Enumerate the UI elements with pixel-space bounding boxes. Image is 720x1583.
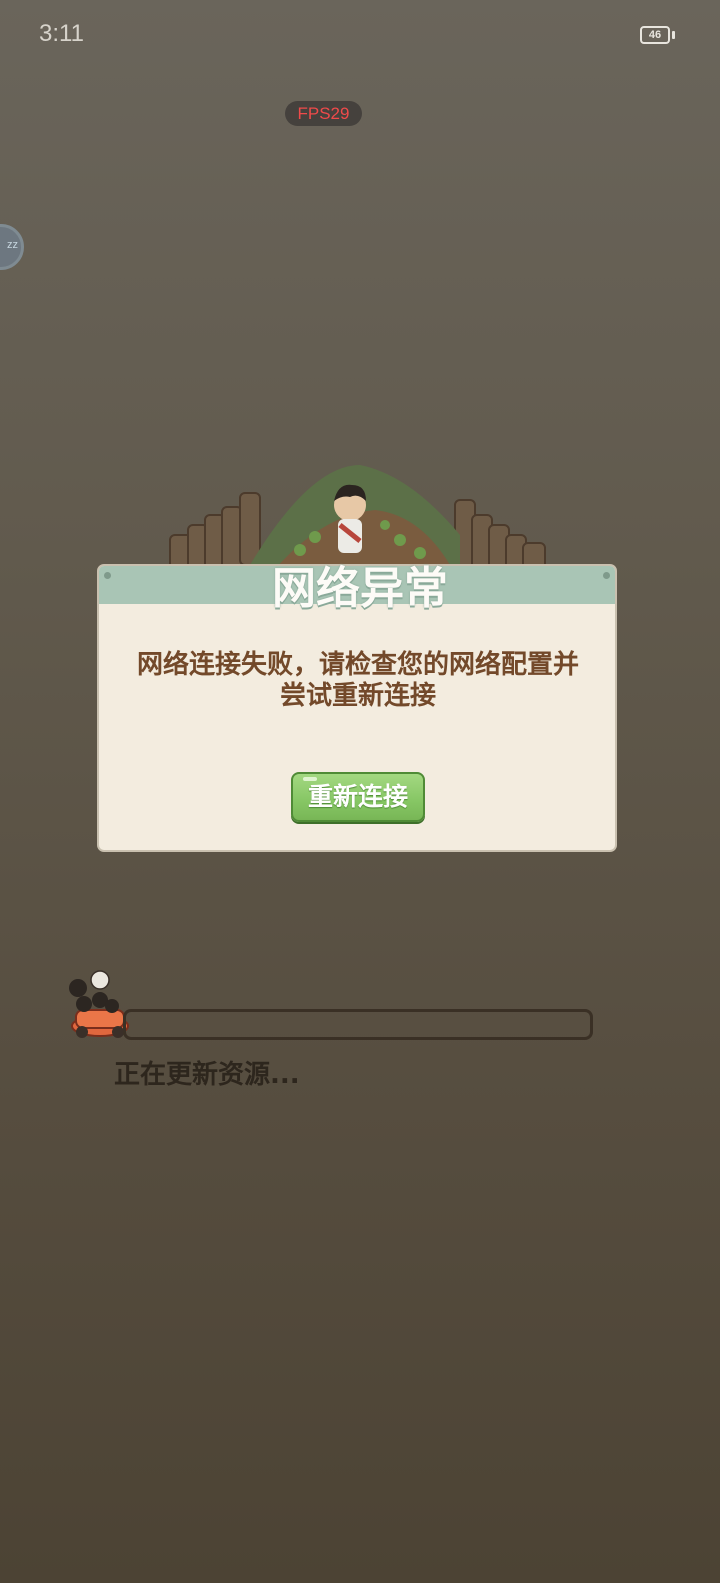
- status-time: 3:11: [39, 20, 84, 47]
- button-shine: [303, 777, 317, 781]
- battery-icon: 46: [640, 26, 670, 44]
- floating-assistant-button[interactable]: zz: [0, 224, 24, 270]
- battery-cap: [672, 31, 675, 39]
- dialog-title: 网络异常: [272, 563, 448, 614]
- reconnect-button-label: 重新连接: [307, 782, 408, 811]
- status-bar: 3:11 46: [0, 0, 720, 72]
- reconnect-button[interactable]: 重新连接: [291, 772, 425, 822]
- fps-counter: FPS29: [285, 101, 362, 126]
- loading-status-text: 正在更新资源...: [114, 1060, 300, 1090]
- dialog-message: 网络连接失败，请检查您的网络配置并尝试重新连接: [136, 650, 579, 711]
- loading-progress-bar: [123, 1009, 593, 1040]
- sleep-icon: zz: [7, 239, 18, 251]
